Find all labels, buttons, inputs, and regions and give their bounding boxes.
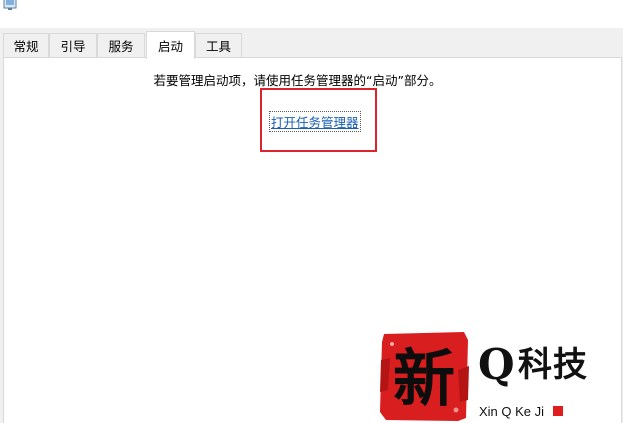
title-bar: [0, 0, 623, 28]
tab-strip: 常规 引导 服务 启动 工具: [0, 28, 623, 59]
tab-general[interactable]: 常规: [3, 33, 49, 57]
tab-boot[interactable]: 引导: [49, 33, 97, 57]
tab-tools[interactable]: 工具: [195, 33, 242, 57]
startup-instruction-text: 若要管理启动项，请使用任务管理器的“启动”部分。: [153, 73, 442, 88]
stamp-character: 新: [393, 342, 455, 415]
brand-chinese-text: 科技: [518, 345, 588, 385]
brand-red-square: [553, 406, 563, 416]
system-config-icon: [3, 0, 17, 10]
tab-services[interactable]: 服务: [97, 33, 145, 57]
watermark-logo: 新 Q 科技 Xin Q Ke Ji: [378, 330, 623, 423]
tab-startup[interactable]: 启动: [146, 31, 195, 59]
brand-q-letter: Q: [478, 340, 515, 389]
brand-latin-text: Xin Q Ke Ji: [479, 404, 545, 419]
brand-stamp-logo: 新: [380, 332, 469, 421]
open-task-manager-link[interactable]: 打开任务管理器: [269, 111, 361, 132]
